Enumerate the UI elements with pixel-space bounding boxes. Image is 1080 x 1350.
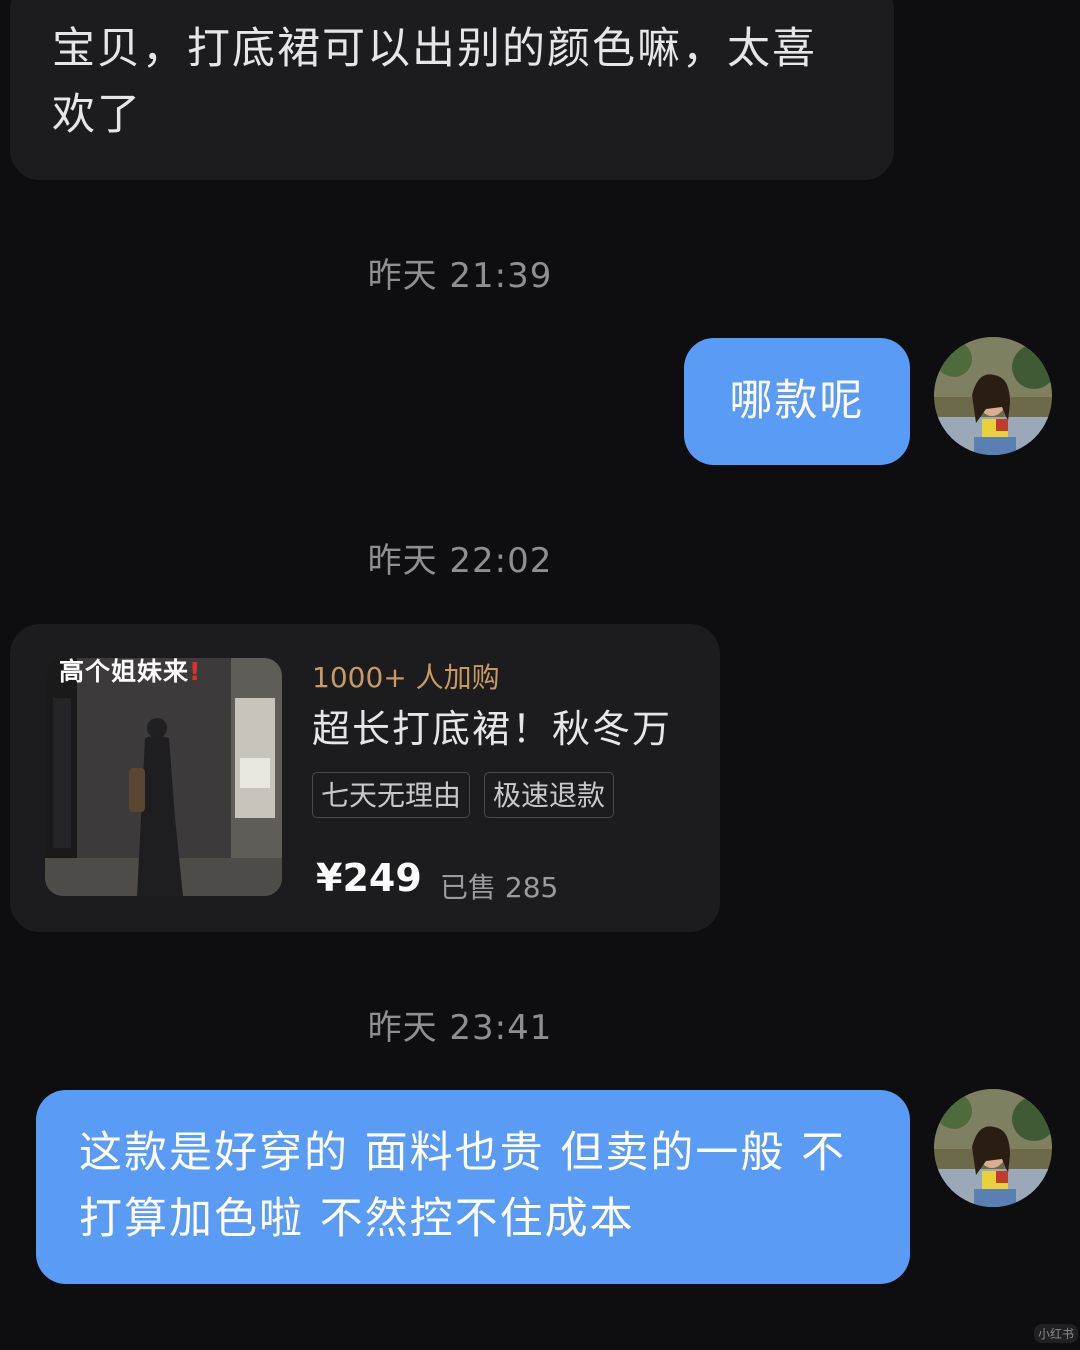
chat-screen: 宝贝，打底裙可以出别的颜色嘛，太喜欢了 昨天 21:39 哪款呢 昨天 22:0… (0, 0, 1080, 1350)
product-image-caption: 高个姐妹来! (59, 658, 202, 686)
timestamp: 昨天 21:39 (367, 256, 553, 296)
watermark: 小红书 (1034, 1324, 1079, 1343)
timestamp: 昨天 22:02 (367, 541, 553, 581)
user-avatar[interactable] (934, 1089, 1052, 1207)
product-title[interactable]: 超长打底裙！秋冬万 (312, 698, 672, 753)
tag-seven-day-return: 七天无理由 (312, 772, 471, 818)
sent-message-text: 这款是好穿的 面料也贵 但卖的一般 不打算加色啦 不然控不住成本 (79, 1128, 847, 1244)
received-message-text: 宝贝，打底裙可以出别的颜色嘛，太喜欢了 (52, 24, 817, 140)
sent-message-bubble[interactable]: 这款是好穿的 面料也贵 但卖的一般 不打算加色啦 不然控不住成本 (36, 1090, 910, 1284)
received-message-bubble[interactable]: 宝贝，打底裙可以出别的颜色嘛，太喜欢了 (10, 0, 894, 180)
timestamp: 昨天 23:41 (367, 1008, 553, 1048)
product-sold-count: 已售 285 (440, 871, 559, 904)
sent-message-text: 哪款呢 (729, 376, 865, 426)
product-buyers-count: 1000+ 人加购 (312, 661, 500, 694)
user-avatar[interactable] (934, 337, 1052, 455)
red-exclamation-icon: ! (189, 658, 202, 686)
tag-fast-refund: 极速退款 (484, 772, 615, 818)
sent-message-bubble[interactable]: 哪款呢 (684, 338, 910, 465)
product-price: ¥249 (316, 856, 422, 900)
product-image[interactable]: 高个姐妹来! (45, 658, 282, 896)
